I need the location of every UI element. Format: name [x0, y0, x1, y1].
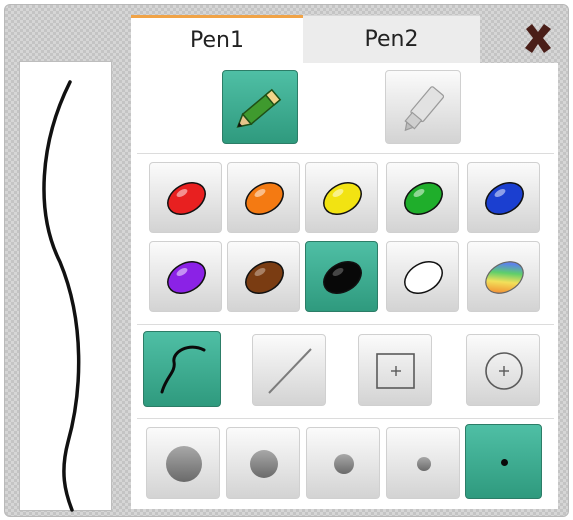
tab-pen1-label: Pen1 [190, 28, 244, 53]
tab-pen2-label: Pen2 [364, 27, 419, 52]
line-tool-button[interactable] [252, 334, 326, 406]
color-orange-swatch [245, 182, 284, 215]
color-yellow-button[interactable] [305, 162, 378, 233]
color-black-button[interactable] [305, 241, 378, 312]
marker-tool-button[interactable] [385, 70, 461, 144]
rectangle-tool-button[interactable] [358, 334, 432, 406]
color-rainbow-button[interactable] [467, 241, 540, 312]
color-white-button[interactable] [386, 241, 459, 312]
color-purple-swatch [167, 261, 206, 294]
color-blue-button[interactable] [467, 162, 540, 233]
freehand-icon [160, 345, 206, 394]
color-blue-swatch [485, 182, 524, 215]
freehand-tool-button[interactable] [143, 331, 221, 407]
line-icon [268, 348, 312, 394]
stroke-preview [19, 61, 112, 512]
separator [137, 418, 554, 419]
separator [137, 153, 554, 154]
color-red-swatch [167, 182, 206, 215]
pencil-icon [236, 88, 282, 128]
size-small-dot [417, 457, 431, 471]
pencil-tool-button[interactable] [222, 70, 298, 144]
color-red-button[interactable] [149, 162, 222, 233]
size-small-button[interactable] [386, 427, 460, 499]
color-brown-button[interactable] [227, 241, 300, 312]
circle-icon [485, 352, 523, 390]
close-button[interactable] [520, 21, 556, 57]
size-extra-large-button[interactable] [146, 427, 220, 499]
color-purple-button[interactable] [149, 241, 222, 312]
close-x-icon [525, 24, 551, 53]
color-green-button[interactable] [386, 162, 459, 233]
tab-pen2[interactable]: Pen2 [303, 15, 480, 63]
separator [137, 324, 554, 325]
color-yellow-swatch [323, 182, 362, 215]
color-brown-swatch [245, 261, 284, 294]
size-extra-small-button[interactable] [465, 424, 542, 499]
stroke-preview-curve [42, 80, 81, 512]
rectangle-icon [376, 353, 415, 389]
color-green-swatch [404, 182, 443, 215]
size-large-button[interactable] [226, 427, 300, 499]
color-black-swatch [323, 261, 362, 294]
color-white-swatch [404, 261, 443, 294]
size-extra-large-dot [166, 446, 202, 482]
circle-tool-button[interactable] [466, 334, 540, 406]
size-extra-small-dot [501, 459, 508, 466]
marker-icon [404, 86, 445, 132]
size-medium-button[interactable] [306, 427, 380, 499]
color-orange-button[interactable] [227, 162, 300, 233]
size-large-dot [250, 450, 278, 478]
color-rainbow-swatch [485, 261, 524, 294]
size-medium-dot [334, 454, 354, 474]
tab-pen1[interactable]: Pen1 [131, 15, 303, 63]
